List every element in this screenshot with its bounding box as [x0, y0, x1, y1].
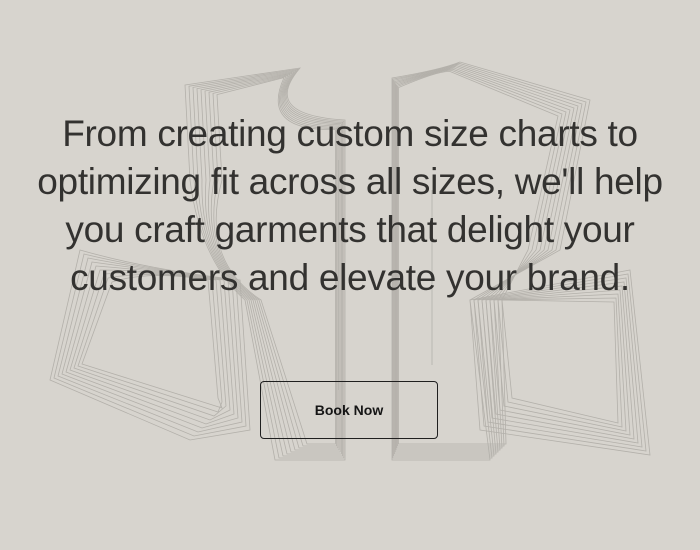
pattern-piece-outline [497, 297, 623, 428]
pattern-piece-outline [493, 293, 627, 432]
hero-headline: From creating custom size charts to opti… [37, 113, 663, 298]
book-now-button[interactable]: Book Now [260, 381, 438, 439]
